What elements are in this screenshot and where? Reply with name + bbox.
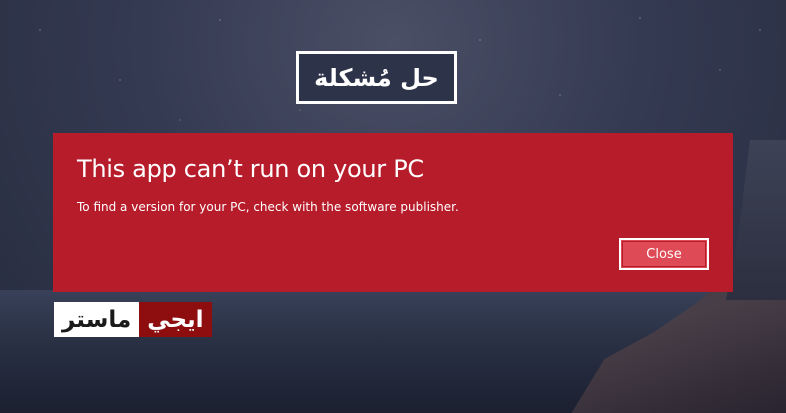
dialog-message: To find a version for your PC, check wit… bbox=[77, 200, 459, 214]
close-button[interactable]: Close bbox=[619, 238, 709, 270]
logo-part-egy: ايجي bbox=[139, 302, 212, 337]
logo-part-master: ماستر bbox=[54, 302, 140, 337]
article-banner: حل مُشكلة bbox=[296, 51, 457, 104]
dialog-title: This app can’t run on your PC bbox=[77, 155, 424, 183]
banner-text: حل مُشكلة bbox=[314, 63, 439, 92]
site-logo: ماستر ايجي bbox=[54, 302, 212, 337]
error-dialog: This app can’t run on your PC To find a … bbox=[53, 133, 733, 292]
